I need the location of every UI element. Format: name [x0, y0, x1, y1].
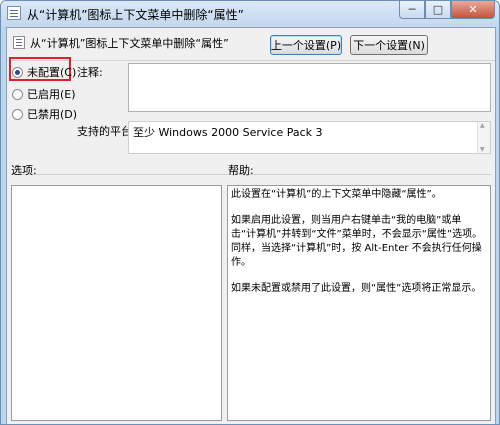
- next-setting-button[interactable]: 下一个设置(N): [350, 35, 428, 55]
- supported-platform-field: 至少 Windows 2000 Service Pack 3: [128, 121, 491, 154]
- help-paragraph: 此设置在“计算机”的上下文菜单中隐藏“属性”。: [231, 189, 442, 200]
- title-bar[interactable]: 从“计算机”图标上下文菜单中删除“属性” ─ □ ✕: [1, 1, 499, 27]
- comment-label: 注释:: [77, 66, 103, 79]
- platform-scrollbar[interactable]: [477, 122, 490, 153]
- setting-title: 从“计算机”图标上下文菜单中删除“属性”: [30, 37, 229, 50]
- radio-button[interactable]: [12, 108, 23, 120]
- platform-value: 至少 Windows 2000 Service Pack 3: [133, 126, 323, 139]
- minimize-button[interactable]: ─: [399, 1, 425, 19]
- radio-button[interactable]: [12, 88, 23, 100]
- radio-label: 已启用(E): [27, 88, 76, 101]
- close-button[interactable]: ✕: [451, 1, 495, 19]
- help-paragraph: 如果启用此设置，则当用户右键单击“我的电脑”或单击“计算机”并转到“文件”菜单时…: [231, 215, 483, 268]
- maximize-button[interactable]: □: [425, 1, 451, 19]
- radio-button-checked[interactable]: [12, 66, 23, 78]
- options-label: 选项:: [11, 164, 37, 177]
- help-paragraph: 如果未配置或禁用了此设置，则“属性”选项将正常显示。: [231, 283, 482, 294]
- help-label: 帮助:: [228, 164, 254, 177]
- divider: [7, 60, 495, 61]
- window-controls: ─ □ ✕: [399, 1, 495, 19]
- policy-document-icon: [7, 6, 21, 20]
- radio-disabled[interactable]: 已禁用(D): [12, 106, 77, 122]
- platform-label: 支持的平台:: [77, 125, 136, 138]
- policy-document-icon: [13, 36, 25, 49]
- dialog-body: 从“计算机”图标上下文菜单中删除“属性” 上一个设置(P) 下一个设置(N) 未…: [6, 27, 496, 424]
- radio-not-configured[interactable]: 未配置(C): [12, 64, 76, 80]
- previous-setting-button[interactable]: 上一个设置(P): [270, 35, 342, 55]
- comment-field[interactable]: [128, 63, 491, 112]
- policy-setting-window: 从“计算机”图标上下文菜单中删除“属性” ─ □ ✕ 从“计算机”图标上下文菜单…: [0, 0, 500, 425]
- help-pane: 此设置在“计算机”的上下文菜单中隐藏“属性”。 如果启用此设置，则当用户右键单击…: [227, 185, 491, 421]
- radio-enabled[interactable]: 已启用(E): [12, 86, 76, 102]
- radio-label: 未配置(C): [27, 66, 77, 79]
- radio-label: 已禁用(D): [27, 108, 78, 121]
- window-title: 从“计算机”图标上下文菜单中删除“属性”: [27, 8, 244, 22]
- options-pane: [11, 185, 222, 421]
